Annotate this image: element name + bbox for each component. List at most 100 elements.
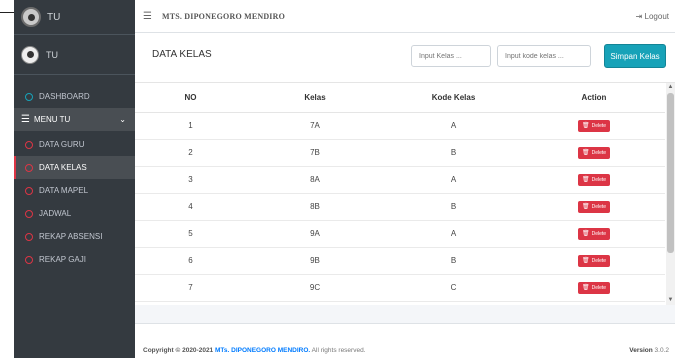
sidebar-item-label: REKAP GAJI [39, 255, 86, 264]
cell-action: 🗑 Delete [523, 274, 665, 302]
cell-action: 🗑 Delete [523, 112, 665, 140]
sidebar-item-dashboard[interactable]: DASHBOARD [14, 85, 135, 108]
sidebar-item-label: DATA KELAS [39, 163, 87, 172]
user-name: TU [46, 49, 58, 60]
cell-kode-kelas: B [384, 139, 523, 167]
kelas-input[interactable] [411, 45, 491, 67]
delete-label: Delete [591, 203, 607, 210]
table-row: 2 7B B 🗑 Delete [135, 139, 665, 167]
brand-link[interactable]: TU [14, 0, 135, 35]
rights-text: All rights reserved. [311, 347, 366, 354]
circle-icon [25, 92, 33, 101]
column-header-kode-kelas[interactable]: Kode Kelas [384, 83, 523, 113]
cell-action: 🗑 Delete [523, 166, 665, 194]
sidebar-item-rekap-gaji[interactable]: REKAP GAJI [14, 248, 135, 271]
delete-button[interactable]: 🗑 Delete [577, 227, 611, 240]
menu-bars-icon: ☰ [21, 114, 30, 125]
cell-kelas: 9A [246, 220, 384, 248]
version-number: 3.0.2 [654, 347, 669, 354]
delete-button[interactable]: 🗑 Delete [577, 173, 611, 186]
delete-button[interactable]: 🗑 Delete [577, 254, 611, 267]
sidebar-item-label: REKAP ABSENSI [39, 232, 103, 241]
cell-kelas: 9B [246, 247, 384, 275]
scroll-up-arrow-icon[interactable]: ▲ [666, 83, 675, 92]
cell-kode-kelas: C [384, 274, 523, 302]
delete-button[interactable]: 🗑 Delete [577, 146, 611, 159]
cell-kode-kelas: A [384, 166, 523, 194]
cell-action: 🗑 Delete [523, 193, 665, 221]
delete-button[interactable]: 🗑 Delete [577, 281, 611, 294]
cell-action: 🗑 Delete [523, 139, 665, 167]
trash-icon: 🗑 [581, 177, 590, 183]
cell-kelas: 7A [246, 112, 384, 140]
table-row: 5 9A A 🗑 Delete [135, 220, 665, 248]
table-row: 3 8A A 🗑 Delete [135, 166, 665, 194]
kode-kelas-input[interactable] [497, 45, 591, 67]
cell-no: 2 [135, 139, 246, 167]
sidebar-item-label: MENU TU [33, 115, 71, 124]
chevron-down-icon: ⌄ [119, 115, 126, 124]
page-header: DATA KELAS Simpan Kelas [135, 33, 675, 83]
trash-icon: 🗑 [581, 123, 590, 129]
cell-action: 🗑 Delete [523, 247, 665, 275]
circle-icon [25, 140, 33, 149]
sidebar-item-jadwal[interactable]: JADWAL [14, 202, 135, 225]
cell-no: 3 [135, 166, 246, 194]
user-avatar-icon [21, 45, 39, 64]
brand-text: TU [47, 11, 61, 23]
brand-logo-icon [21, 7, 41, 27]
circle-icon [25, 209, 33, 218]
version-label: Version [629, 347, 653, 354]
logout-label: Logout [644, 11, 669, 21]
cell-action: 🗑 Delete [523, 220, 665, 248]
cell-kode-kelas: B [384, 247, 523, 275]
delete-label: Delete [591, 284, 607, 291]
simpan-kelas-button[interactable]: Simpan Kelas [604, 44, 666, 68]
table-scrollbar[interactable]: ▲ ▼ [666, 83, 675, 305]
app-title: MTS. DIPONEGORO MENDIRO [161, 11, 286, 21]
sign-out-icon: ⇥ [635, 11, 643, 21]
delete-label: Delete [591, 257, 607, 264]
sidebar-item-menu-tu[interactable]: ☰ MENU TU ⌄ [14, 108, 135, 131]
hamburger-menu-icon[interactable]: ☰ [143, 11, 152, 22]
content-wrapper: DATA KELAS Simpan Kelas NO Kelas Kode Ke… [135, 33, 675, 323]
cell-no: 5 [135, 220, 246, 248]
kelas-table: NO Kelas Kode Kelas Action 1 7A A 🗑 Delet… [135, 83, 665, 302]
column-header-action: Action [523, 83, 665, 113]
column-header-no[interactable]: NO [135, 83, 246, 113]
cell-no: 7 [135, 274, 246, 302]
cell-kode-kelas: B [384, 193, 523, 221]
delete-label: Delete [591, 122, 607, 129]
circle-icon [25, 186, 33, 195]
delete-button[interactable]: 🗑 Delete [577, 119, 611, 132]
version-info: Version 3.0.2 [629, 347, 669, 354]
user-panel[interactable]: TU [14, 35, 135, 75]
table-row: 7 9C C 🗑 Delete [135, 274, 665, 302]
column-header-kelas[interactable]: Kelas [246, 83, 384, 113]
sidebar-item-label: DASHBOARD [39, 92, 90, 101]
footer: Copyright © 2020-2021 MTs. DIPONEGORO ME… [135, 323, 675, 358]
logout-link[interactable]: ⇥ Logout [636, 12, 669, 21]
circle-icon [25, 163, 33, 172]
table-header-row: NO Kelas Kode Kelas Action [135, 83, 665, 113]
scroll-down-arrow-icon[interactable]: ▼ [666, 296, 675, 305]
footer-brand-link[interactable]: MTs. DIPONEGORO MENDIRO. [215, 347, 310, 354]
sidebar-item-data-guru[interactable]: DATA GURU [14, 133, 135, 156]
sidebar-item-rekap-absensi[interactable]: REKAP ABSENSI [14, 225, 135, 248]
window-frame-line [0, 12, 14, 13]
circle-icon [25, 232, 33, 241]
sidebar-item-data-mapel[interactable]: DATA MAPEL [14, 179, 135, 202]
trash-icon: 🗑 [581, 258, 590, 264]
copyright-prefix: Copyright © 2020-2021 [143, 347, 214, 354]
trash-icon: 🗑 [581, 285, 590, 291]
delete-label: Delete [591, 176, 607, 183]
sidebar-item-data-kelas[interactable]: DATA KELAS [14, 156, 135, 179]
scrollbar-thumb[interactable] [667, 93, 674, 253]
table-row: 1 7A A 🗑 Delete [135, 112, 665, 140]
cell-no: 6 [135, 247, 246, 275]
sidebar-item-label: DATA MAPEL [39, 186, 89, 195]
table-row: 4 8B B 🗑 Delete [135, 193, 665, 221]
cell-kode-kelas: A [384, 112, 523, 140]
sidebar-nav: DASHBOARD ☰ MENU TU ⌄ DATA GURU DATA KEL… [14, 75, 135, 271]
delete-button[interactable]: 🗑 Delete [577, 200, 611, 213]
